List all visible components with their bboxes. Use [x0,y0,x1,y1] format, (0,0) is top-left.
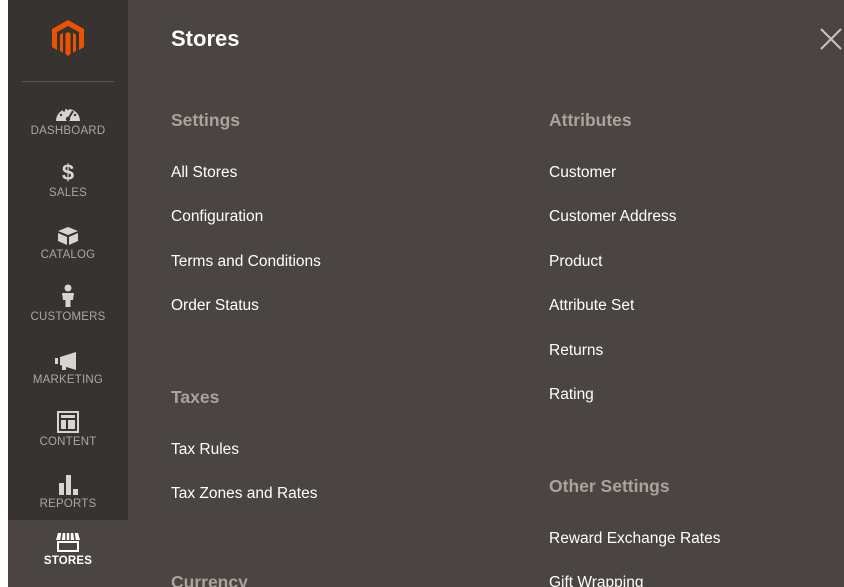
nav-item-content[interactable]: CONTENT [8,407,128,469]
nav-item-catalog[interactable]: CATALOG [8,220,128,282]
nav-item-dashboard[interactable]: DASHBOARD [8,96,128,158]
link-tax-zones-and-rates[interactable]: Tax Zones and Rates [171,485,317,503]
link-attribute-set[interactable]: Attribute Set [549,297,634,315]
stores-flyout-panel: Stores Settings All Stores Configuration… [128,0,844,587]
close-button[interactable] [818,26,844,52]
magento-logo-icon [52,20,84,56]
dollar-icon: $ [62,158,74,184]
close-icon [820,28,842,50]
link-all-stores[interactable]: All Stores [171,164,237,182]
nav-label-customers: CUSTOMERS [30,311,106,323]
link-configuration[interactable]: Configuration [171,208,263,226]
link-product[interactable]: Product [549,253,602,271]
link-customer[interactable]: Customer [549,164,616,182]
nav-label-dashboard: DASHBOARD [30,125,106,137]
section-title-currency: Currency [171,572,248,587]
megaphone-icon [54,345,82,371]
link-returns[interactable]: Returns [549,342,603,360]
link-gift-wrapping[interactable]: Gift Wrapping [549,574,643,587]
section-title-settings: Settings [171,110,241,130]
nav-label-content: CONTENT [39,436,97,448]
dollar-glyph: $ [61,160,75,185]
link-rating[interactable]: Rating [549,386,594,404]
nav-label-marketing: MARKETING [32,374,104,386]
nav-item-customers[interactable]: CUSTOMERS [8,282,128,344]
nav-label-reports: REPORTS [39,498,97,510]
nav-label-catalog: CATALOG [40,249,96,261]
link-tax-rules[interactable]: Tax Rules [171,441,239,459]
nav-item-sales[interactable]: $ SALES [8,158,128,220]
logo-separator [22,81,114,82]
section-title-taxes: Taxes [171,387,220,407]
person-icon [60,282,76,308]
bar-chart-icon [57,469,79,495]
magento-logo[interactable] [8,18,128,58]
link-customer-address[interactable]: Customer Address [549,208,677,226]
admin-app: DASHBOARD $ SALES CATALOG CUSTOMERS MARK… [0,0,844,587]
section-title-attributes: Attributes [549,110,632,130]
box-icon [57,220,79,246]
speedometer-icon [55,96,81,122]
nav-item-marketing[interactable]: MARKETING [8,345,128,407]
link-order-status[interactable]: Order Status [171,297,259,315]
link-reward-exchange-rates[interactable]: Reward Exchange Rates [549,530,720,548]
nav-label-sales: SALES [48,187,88,199]
panel-title: Stores [171,26,240,51]
nav-item-stores[interactable]: STORES [8,520,128,587]
link-terms-and-conditions[interactable]: Terms and Conditions [171,253,321,271]
storefront-icon [55,530,81,552]
admin-sidebar: DASHBOARD $ SALES CATALOG CUSTOMERS MARK… [8,0,128,587]
nav-label-stores: STORES [43,555,93,567]
layout-icon [57,407,79,433]
section-title-other-settings: Other Settings [549,476,670,496]
